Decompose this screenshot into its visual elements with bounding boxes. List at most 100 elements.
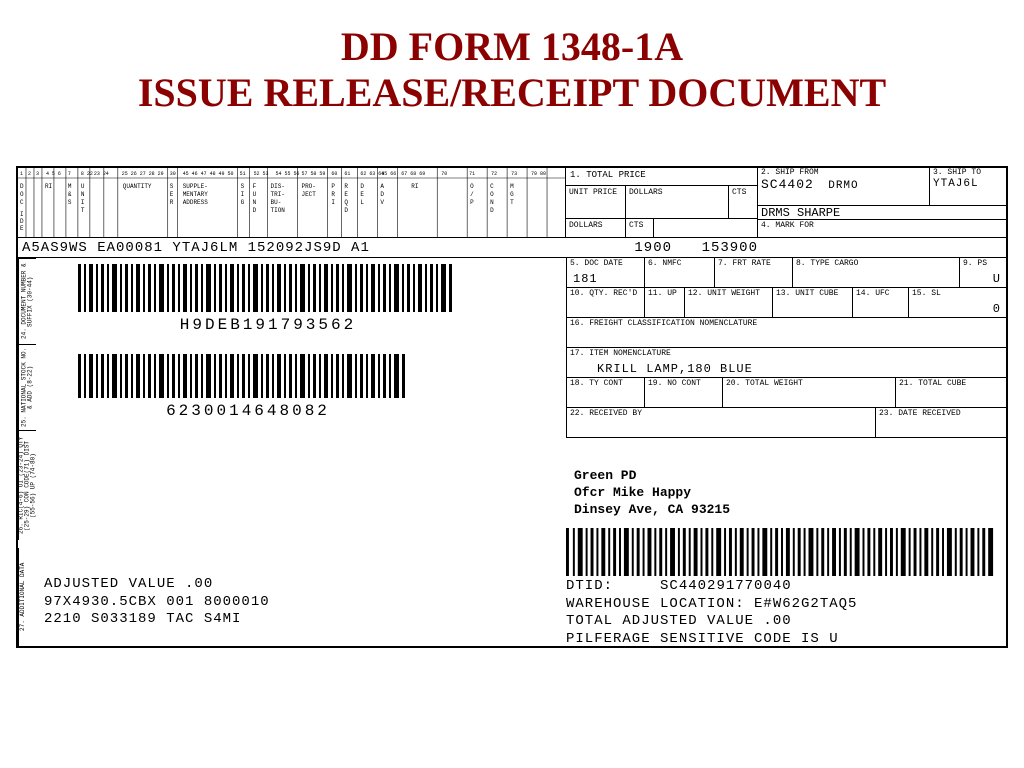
- addr-line3: Dinsey Ave, CA 93215: [574, 502, 730, 519]
- total-price-label: 1. TOTAL PRICE: [566, 168, 757, 186]
- ship-from-value: SC4402: [761, 177, 814, 192]
- svg-text:V: V: [380, 199, 384, 206]
- cell-type-cargo: 8. TYPE CARGO: [793, 258, 960, 287]
- right-bottom-text: DTID: SC440291770040 WAREHOUSE LOCATION:…: [566, 578, 1000, 648]
- svg-text:R: R: [170, 199, 174, 206]
- dtid-label: DTID:: [566, 578, 613, 594]
- svg-text:I: I: [81, 199, 85, 206]
- svg-text:E: E: [20, 225, 24, 232]
- svg-text:N: N: [81, 191, 85, 198]
- svg-text:C: C: [490, 183, 494, 190]
- data-line-left: A5AS9WS EA00081 YTAJ6LM 152092JS9D A1: [22, 240, 562, 256]
- cell-total-cube: 21. TOTAL CUBE: [896, 378, 1006, 407]
- svg-text:79 80: 79 80: [531, 171, 546, 177]
- svg-text:2: 2: [28, 171, 31, 177]
- svg-text:65 66: 65 66: [381, 171, 396, 177]
- right-table: 5. DOC DATE181 6. NMFC 7. FRT RATE 8. TY…: [566, 258, 1006, 438]
- svg-text:M: M: [68, 183, 72, 190]
- svg-text:TRI-: TRI-: [271, 191, 285, 198]
- addr-line1: Green PD: [574, 468, 730, 485]
- svg-text:L: L: [360, 199, 364, 206]
- svg-text:D: D: [20, 183, 24, 190]
- svg-text:E: E: [360, 191, 364, 198]
- cell-received-by: 22. RECEIVED BY: [567, 408, 876, 437]
- svg-text:30: 30: [170, 171, 176, 177]
- ship-from-cell: 2. SHIP FROM SC4402 DRMO: [758, 168, 930, 205]
- svg-text:/: /: [470, 191, 474, 198]
- svg-text:U: U: [253, 191, 257, 198]
- unit-price-label: UNIT PRICE: [566, 186, 626, 218]
- svg-text:RI: RI: [411, 183, 418, 190]
- svg-text:BU-: BU-: [271, 199, 282, 206]
- cts-label-2: CTS: [626, 219, 654, 237]
- svg-text:60: 60: [331, 171, 337, 177]
- svg-text:P: P: [470, 199, 474, 206]
- data-line-q1: 1900: [562, 240, 682, 256]
- svg-text:54 55 56: 54 55 56: [276, 171, 300, 177]
- svg-text:8 22: 8 22: [81, 171, 93, 177]
- svg-text:R: R: [344, 183, 348, 190]
- svg-text:M: M: [510, 183, 514, 190]
- svg-text:&: &: [68, 191, 72, 198]
- svg-text:45 46 47 48 49 50: 45 46 47 48 49 50: [183, 171, 234, 177]
- svg-text:D: D: [344, 207, 348, 214]
- svg-text:O: O: [20, 191, 24, 198]
- svg-text:DIS-: DIS-: [271, 183, 285, 190]
- title-line1: DD FORM 1348-1A: [0, 24, 1024, 70]
- svg-text:RI: RI: [45, 183, 52, 190]
- data-line: A5AS9WS EA00081 YTAJ6LM 152092JS9D A1 19…: [18, 238, 1006, 258]
- header-row: 123 4 5 678 22 23 2425 26 27 28 29 3045 …: [18, 168, 1006, 238]
- svg-text:D: D: [253, 207, 257, 214]
- svg-text:MENTARY: MENTARY: [183, 191, 209, 198]
- side-label-24: 24. DOCUMENT NUMBER & SUFFIX (30-44): [18, 258, 36, 344]
- svg-text:25 26 27 28 29: 25 26 27 28 29: [122, 171, 164, 177]
- adj-line1: ADJUSTED VALUE .00: [44, 576, 270, 594]
- cell-nmfc: 6. NMFC: [645, 258, 715, 287]
- cell-frt-rate: 7. FRT RATE: [715, 258, 793, 287]
- addr-line2: Ofcr Mike Happy: [574, 485, 730, 502]
- svg-text:I: I: [20, 211, 24, 218]
- svg-text:S: S: [68, 199, 72, 206]
- svg-text:SUPPLE-: SUPPLE-: [183, 183, 208, 190]
- cts-label: CTS: [729, 186, 757, 218]
- ship-from-label: 2. SHIP FROM: [761, 168, 819, 177]
- svg-text:D: D: [20, 218, 24, 225]
- svg-text:O: O: [470, 183, 474, 190]
- drmo-label: DRMO: [828, 180, 858, 192]
- svg-text:4 5 6: 4 5 6: [46, 171, 61, 177]
- cell-up: 11. UP: [645, 288, 685, 317]
- pilferage-code: PILFERAGE SENSITIVE CODE IS U: [566, 631, 839, 647]
- warehouse-location: WAREHOUSE LOCATION: E#W62G2TAQ5: [566, 596, 857, 612]
- svg-text:E: E: [344, 191, 348, 198]
- cell-doc-date: 5. DOC DATE181: [567, 258, 645, 287]
- cell-total-weight: 20. TOTAL WEIGHT: [723, 378, 896, 407]
- cell-unit-weight: 12. UNIT WEIGHT: [685, 288, 773, 317]
- title-line2: ISSUE RELEASE/RECEIPT DOCUMENT: [0, 70, 1024, 116]
- svg-text:U: U: [81, 183, 85, 190]
- svg-text:23 24: 23 24: [94, 171, 109, 177]
- svg-text:QUANTITY: QUANTITY: [123, 183, 152, 190]
- item-nomenclature-value: KRILL LAMP,180 BLUE: [597, 362, 753, 376]
- adjusted-value-block: ADJUSTED VALUE .00 97X4930.5CBX 001 8000…: [44, 576, 270, 629]
- svg-text:PRO-: PRO-: [301, 183, 315, 190]
- cell-ty-cont: 18. TY CONT: [567, 378, 645, 407]
- mark-for-label: 4. MARK FOR: [758, 220, 1006, 237]
- cell-sl: 15. SL0: [909, 288, 1006, 317]
- cell-no-cont: 19. NO CONT: [645, 378, 723, 407]
- column-grid: 123 4 5 678 22 23 2425 26 27 28 29 3045 …: [18, 168, 566, 238]
- svg-text:1: 1: [20, 171, 23, 177]
- svg-text:G: G: [241, 199, 245, 206]
- cell-ps: 9. PSU: [960, 258, 1006, 287]
- svg-text:P: P: [331, 183, 335, 190]
- svg-text:73: 73: [511, 171, 517, 177]
- svg-text:T: T: [510, 199, 514, 206]
- barcode-2-text: 6230014648082: [78, 402, 418, 420]
- svg-text:R: R: [331, 191, 335, 198]
- side-label-27: 27. ADDITIONAL DATA: [18, 548, 36, 646]
- svg-text:T: T: [81, 207, 85, 214]
- svg-text:N: N: [253, 199, 257, 206]
- svg-text:TION: TION: [271, 207, 286, 214]
- cell-item-nomenclature: 17. ITEM NOMENCLATURE KRILL LAMP,180 BLU…: [567, 348, 1006, 377]
- cell-freight-class: 16. FREIGHT CLASSIFICATION NOMENCLATURE: [567, 318, 1006, 347]
- svg-text:F: F: [253, 183, 257, 190]
